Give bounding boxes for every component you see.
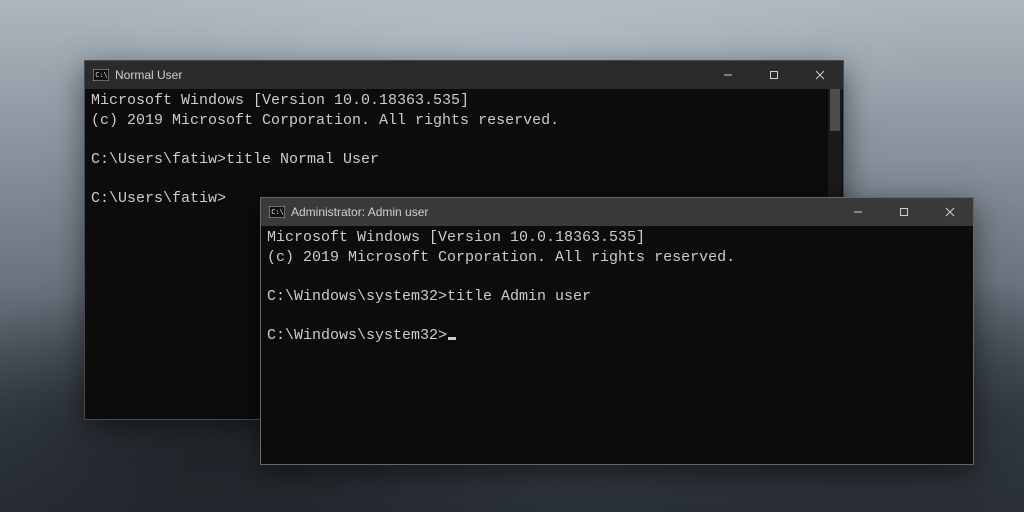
terminal-line: C:\Users\fatiw>title Normal User bbox=[91, 150, 837, 170]
terminal-prompt: C:\Windows\system32> bbox=[267, 326, 967, 346]
terminal-line: C:\Windows\system32>title Admin user bbox=[267, 287, 967, 307]
maximize-button[interactable] bbox=[751, 61, 797, 89]
window-title: Normal User bbox=[115, 68, 182, 82]
minimize-button[interactable] bbox=[835, 198, 881, 226]
maximize-button[interactable] bbox=[881, 198, 927, 226]
terminal-line: (c) 2019 Microsoft Corporation. All righ… bbox=[267, 248, 967, 268]
svg-text:C:\: C:\ bbox=[271, 208, 284, 216]
cmd-window-admin[interactable]: C:\ Administrator: Admin user Microsoft … bbox=[260, 197, 974, 465]
prompt-text: C:\Users\fatiw> bbox=[91, 190, 226, 207]
terminal-line: (c) 2019 Microsoft Corporation. All righ… bbox=[91, 111, 837, 131]
terminal-blank-line bbox=[91, 171, 837, 190]
svg-text:C:\: C:\ bbox=[95, 71, 108, 79]
terminal-line: Microsoft Windows [Version 10.0.18363.53… bbox=[91, 91, 837, 111]
terminal-blank-line bbox=[267, 308, 967, 327]
terminal-blank-line bbox=[267, 269, 967, 288]
terminal-line: Microsoft Windows [Version 10.0.18363.53… bbox=[267, 228, 967, 248]
window-controls bbox=[835, 198, 973, 226]
terminal-output[interactable]: Microsoft Windows [Version 10.0.18363.53… bbox=[261, 226, 973, 464]
cmd-icon: C:\ bbox=[93, 68, 109, 82]
cmd-icon: C:\ bbox=[269, 205, 285, 219]
titlebar[interactable]: C:\ Administrator: Admin user bbox=[261, 198, 973, 226]
terminal-blank-line bbox=[91, 132, 837, 151]
prompt-text: C:\Windows\system32> bbox=[267, 327, 447, 344]
scroll-thumb[interactable] bbox=[830, 89, 840, 131]
text-cursor bbox=[448, 337, 456, 340]
minimize-button[interactable] bbox=[705, 61, 751, 89]
window-controls bbox=[705, 61, 843, 89]
titlebar[interactable]: C:\ Normal User bbox=[85, 61, 843, 89]
close-button[interactable] bbox=[797, 61, 843, 89]
window-title: Administrator: Admin user bbox=[291, 205, 428, 219]
close-button[interactable] bbox=[927, 198, 973, 226]
